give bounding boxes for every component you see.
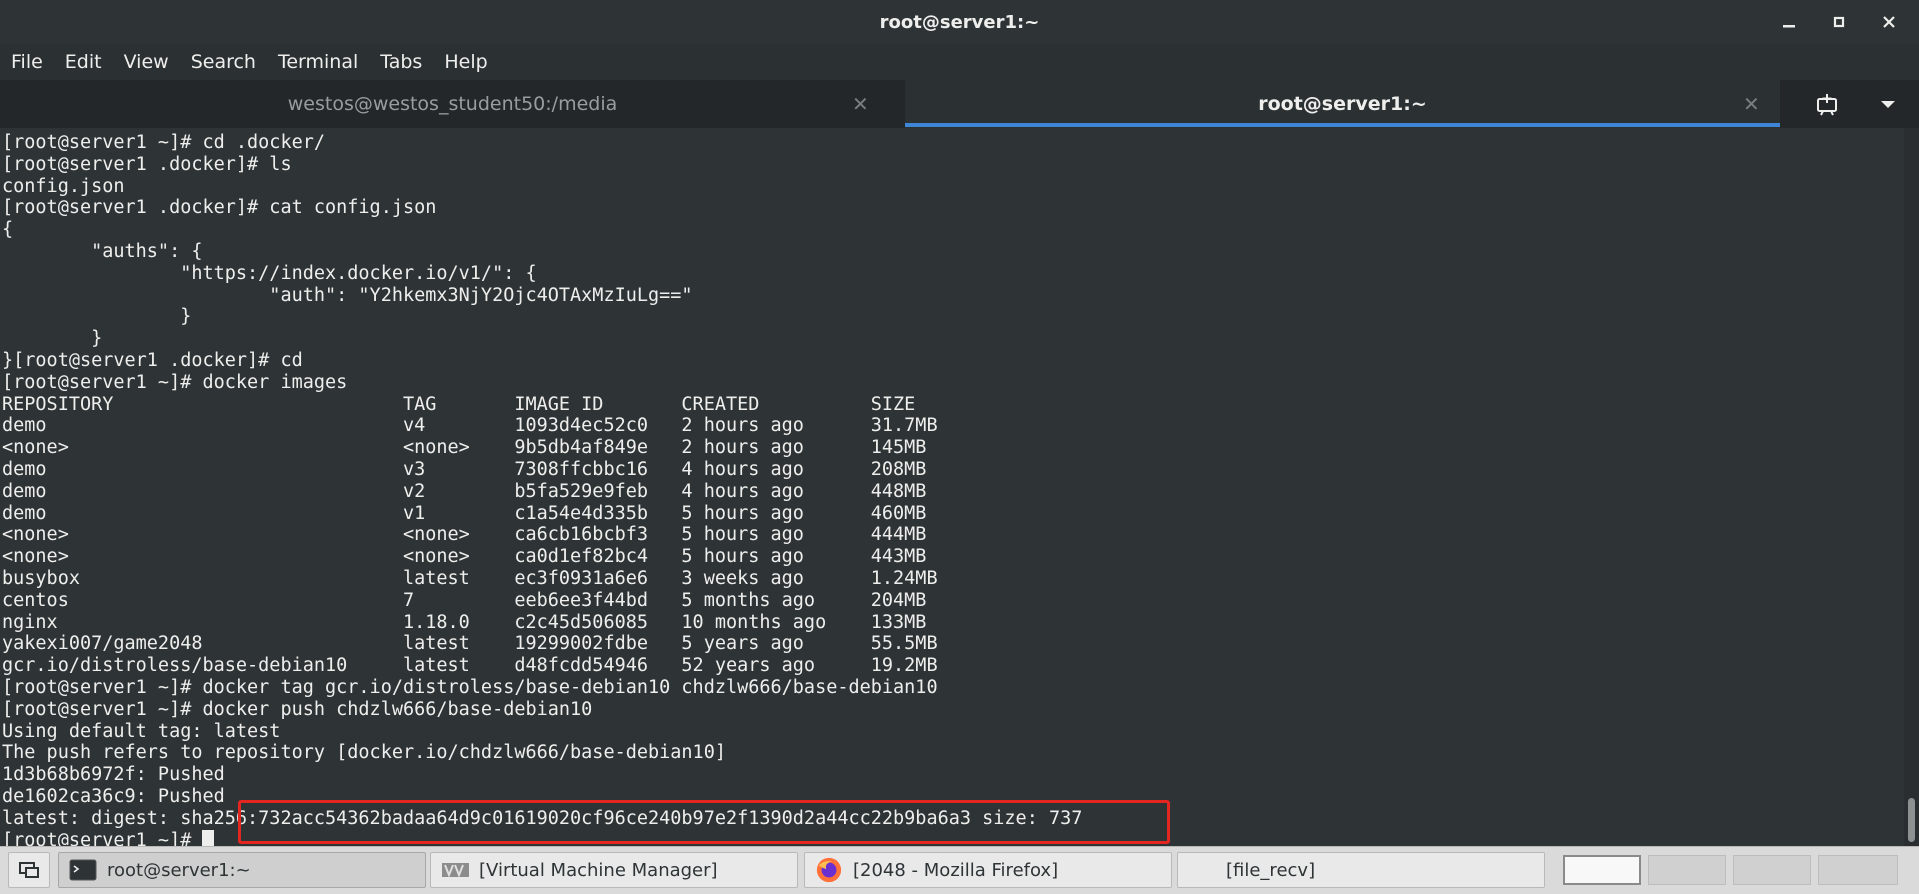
- terminal-line: }[root@server1 .docker]# cd: [2, 349, 303, 371]
- taskbar-label: [2048 - Mozilla Firefox]: [853, 859, 1059, 881]
- workspace-2[interactable]: [1648, 855, 1726, 885]
- virt-manager-icon: [441, 859, 469, 881]
- terminal-line: [root@server1 .docker]# cat config.json: [2, 197, 437, 219]
- title-bar[interactable]: root@server1:~: [0, 0, 1919, 44]
- tab-label: root@server1:~: [1258, 93, 1427, 115]
- tab-label: westos@westos_student50:/media: [287, 93, 618, 115]
- window-title: root@server1:~: [879, 11, 1040, 33]
- terminal-line: yakexi007/game2048 latest 19299002fdbe 5…: [2, 633, 938, 655]
- terminal-line: REPOSITORY TAG IMAGE ID CREATED SIZE: [2, 393, 916, 415]
- firefox-icon: [815, 857, 843, 883]
- workspace-1[interactable]: [1563, 855, 1641, 885]
- menu-view[interactable]: View: [113, 44, 180, 80]
- taskbar-item-terminal[interactable]: root@server1:~: [58, 852, 426, 888]
- terminal-line: }: [2, 306, 192, 328]
- terminal-line: "https://index.docker.io/v1/": {: [2, 262, 537, 284]
- terminal-line: demo v1 c1a54e4d335b 5 hours ago 460MB: [2, 502, 927, 524]
- terminal-line: config.json: [2, 175, 125, 197]
- minimize-icon: [1783, 25, 1795, 28]
- taskbar-item-file-recv[interactable]: [file_recv]: [1177, 852, 1545, 888]
- terminal-line: nginx 1.18.0 c2c45d506085 10 months ago …: [2, 611, 927, 633]
- taskbar-label: root@server1:~: [107, 859, 251, 881]
- maximize-icon: [1833, 16, 1845, 28]
- terminal-line: demo v4 1093d4ec52c0 2 hours ago 31.7MB: [2, 415, 938, 437]
- active-tab-indicator: [905, 123, 1780, 127]
- menu-edit[interactable]: Edit: [54, 44, 113, 80]
- terminal-line: "auth": "Y2hkemx3NjY2Ojc4OTAxMzIuLg==": [2, 284, 693, 306]
- terminal-line: [root@server1 ~]# docker tag gcr.io/dist…: [2, 676, 938, 698]
- scrollbar[interactable]: [1904, 128, 1919, 846]
- menu-search[interactable]: Search: [180, 44, 267, 80]
- terminal-text: [root@server1 ~]# cd .docker/[root@serve…: [0, 128, 1904, 846]
- terminal-line: [root@server1 ~]# docker images: [2, 371, 348, 393]
- close-button[interactable]: [1864, 0, 1914, 44]
- new-tab-button[interactable]: [1798, 88, 1858, 122]
- terminal-output[interactable]: [root@server1 ~]# cd .docker/[root@serve…: [0, 128, 1904, 846]
- terminal-line: <none> <none> 9b5db4af849e 2 hours ago 1…: [2, 437, 927, 459]
- tab-bar: westos@westos_student50:/media ✕ root@se…: [0, 80, 1919, 128]
- terminal-line: The push refers to repository [docker.io…: [2, 742, 726, 764]
- terminal-line: <none> <none> ca0d1ef82bc4 5 hours ago 4…: [2, 546, 927, 568]
- workspace-3[interactable]: [1733, 855, 1811, 885]
- terminal-line: gcr.io/distroless/base-debian10 latest d…: [2, 655, 938, 677]
- terminal-line: [root@server1 .docker]# ls: [2, 153, 292, 175]
- terminal-line: busybox latest ec3f0931a6e6 3 weeks ago …: [2, 567, 938, 589]
- workspace-4[interactable]: [1818, 855, 1898, 885]
- tab-menu-button[interactable]: [1860, 88, 1916, 122]
- show-desktop-button[interactable]: [8, 852, 50, 888]
- menu-file[interactable]: File: [0, 44, 54, 80]
- minimize-button[interactable]: [1764, 0, 1814, 44]
- menu-bar: File Edit View Search Terminal Tabs Help: [0, 44, 1919, 80]
- terminal-line: "auths": {: [2, 240, 203, 262]
- tab-close-icon[interactable]: ✕: [1743, 92, 1760, 116]
- new-tab-icon: [1817, 94, 1837, 116]
- terminal-line: }: [2, 328, 103, 350]
- menu-tabs[interactable]: Tabs: [369, 44, 433, 80]
- taskbar-label: [Virtual Machine Manager]: [479, 859, 718, 881]
- chevron-down-icon: [1881, 101, 1895, 108]
- terminal-line: <none> <none> ca6cb16bcbf3 5 hours ago 4…: [2, 524, 927, 546]
- folder-icon: [1188, 859, 1216, 881]
- terminal-line: 1d3b68b6972f: Pushed: [2, 764, 225, 786]
- maximize-button[interactable]: [1814, 0, 1864, 44]
- terminal-line: [root@server1 ~]# cd .docker/: [2, 132, 326, 153]
- tab-root-server1[interactable]: root@server1:~ ✕: [905, 80, 1780, 128]
- terminal-prompt: [root@server1 ~]#: [2, 829, 203, 847]
- terminal-line: centos 7 eeb6ee3f44bd 5 months ago 204MB: [2, 589, 927, 611]
- terminal-line: demo v2 b5fa529e9feb 4 hours ago 448MB: [2, 480, 927, 502]
- terminal-prompt-line: [root@server1 ~]#: [2, 829, 1904, 847]
- terminal-line: latest: digest: sha256:732acc54362badaa6…: [2, 807, 1083, 829]
- show-desktop-icon: [19, 862, 39, 878]
- text-cursor: [202, 829, 215, 846]
- taskbar: root@server1:~ [Virtual Machine Manager]…: [0, 846, 1919, 894]
- terminal-line: de1602ca36c9: Pushed: [2, 785, 225, 807]
- terminal-line: [root@server1 ~]# docker push chdzlw666/…: [2, 698, 593, 720]
- close-icon: [1883, 16, 1895, 28]
- tab-close-icon[interactable]: ✕: [852, 92, 869, 116]
- terminal-line: demo v3 7308ffcbbc16 4 hours ago 208MB: [2, 458, 927, 480]
- terminal-line: Using default tag: latest: [2, 720, 281, 742]
- scrollbar-thumb[interactable]: [1908, 798, 1915, 842]
- terminal-icon: [69, 859, 97, 881]
- taskbar-item-firefox[interactable]: [2048 - Mozilla Firefox]: [804, 852, 1172, 888]
- menu-terminal[interactable]: Terminal: [267, 44, 369, 80]
- terminal-line: {: [2, 219, 14, 241]
- taskbar-item-virt-manager[interactable]: [Virtual Machine Manager]: [430, 852, 798, 888]
- menu-help[interactable]: Help: [433, 44, 498, 80]
- tab-westos-media[interactable]: westos@westos_student50:/media ✕: [0, 80, 905, 128]
- terminal-window: root@server1:~ File Edit View Search Ter…: [0, 0, 1919, 894]
- taskbar-label: [file_recv]: [1226, 859, 1316, 881]
